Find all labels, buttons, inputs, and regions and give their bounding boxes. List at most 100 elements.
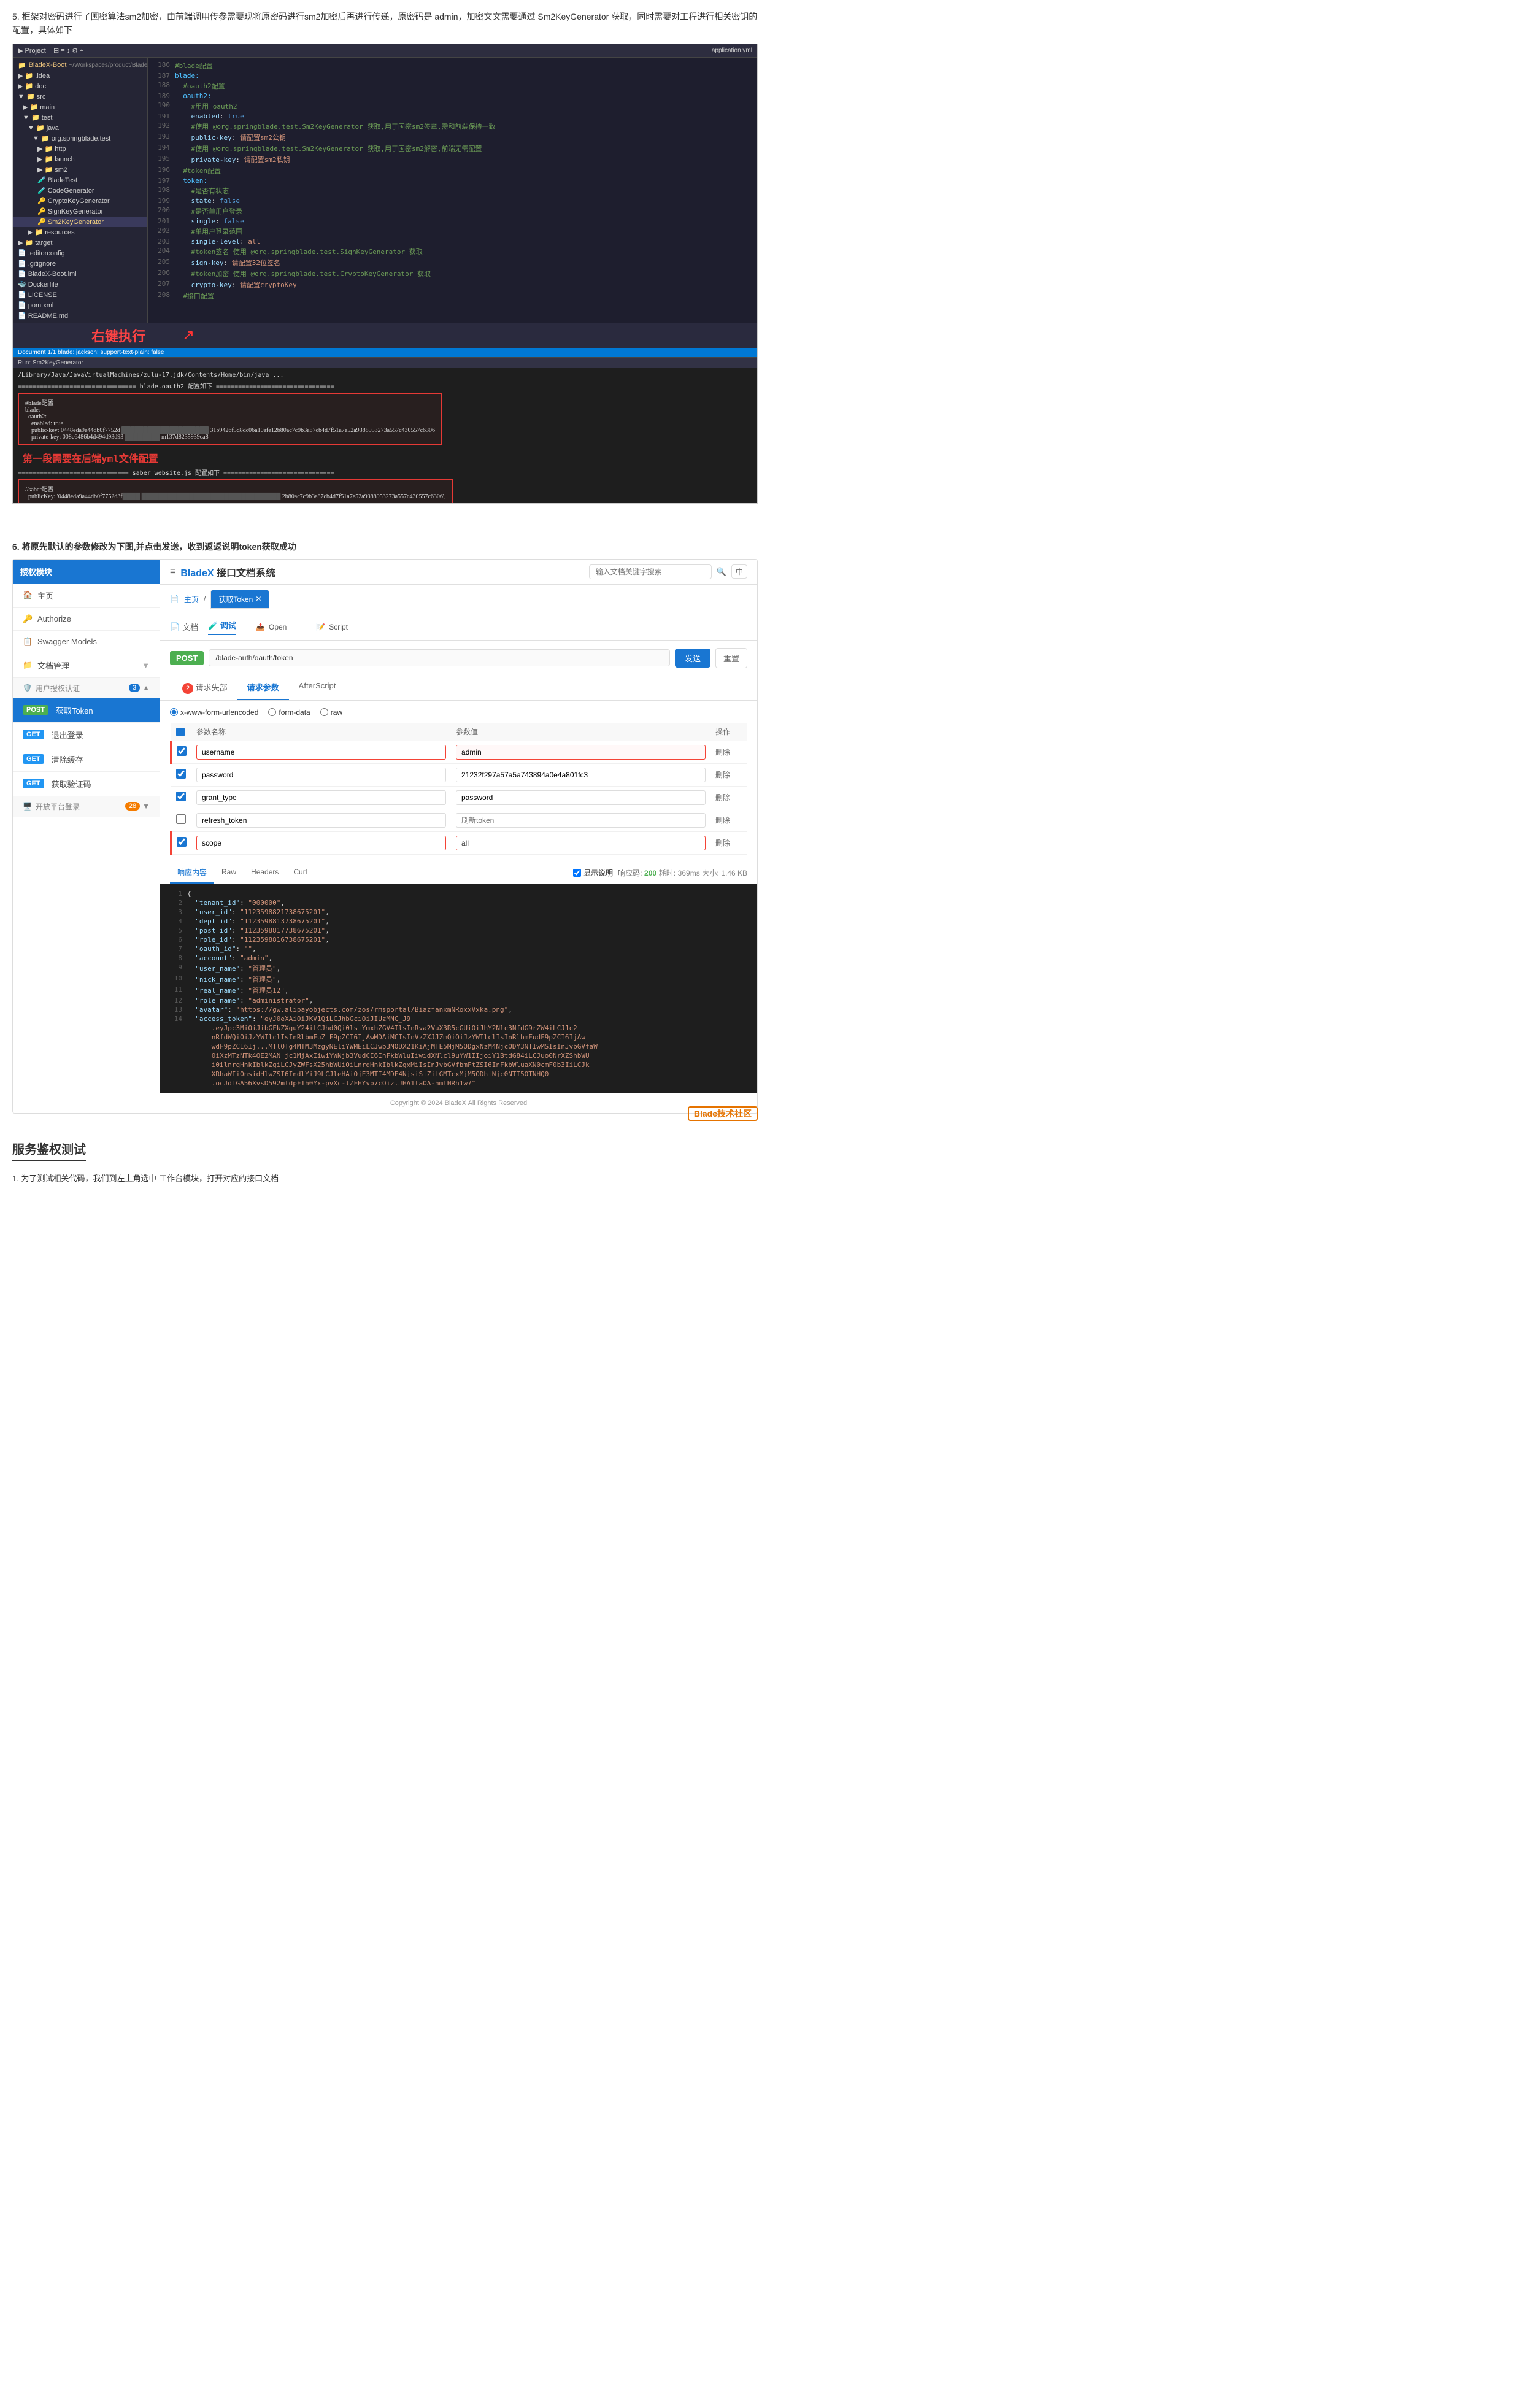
delete-refreshtoken-btn[interactable]: 删除 xyxy=(715,816,730,825)
tab-request-body[interactable]: 2 请求失部 xyxy=(170,676,237,700)
delete-granttype-btn[interactable]: 删除 xyxy=(715,793,730,802)
response-tab-curl[interactable]: Curl xyxy=(286,863,314,882)
openplatform-label: 开放平台登录 xyxy=(36,801,80,812)
col-param-value: 参数值 xyxy=(451,723,710,741)
run-bar: Run: Sm2KeyGenerator xyxy=(13,357,757,368)
nav-clear-cache[interactable]: GET 清除缓存 xyxy=(13,747,160,772)
breadcrumb-sep: / xyxy=(204,595,206,603)
ide-tree-sidebar: 📁 BladeX-Boot ~/Workspaces/product/Blade… xyxy=(13,58,148,323)
radio-formdata-input[interactable] xyxy=(268,708,276,716)
checkbox-username[interactable] xyxy=(177,746,187,756)
show-desc-checkbox[interactable] xyxy=(573,869,581,877)
api-sidebar: 授权模块 🏠 主页 🔑 Authorize 📋 Swagger Models 📁… xyxy=(13,560,160,1113)
send-button[interactable]: 发送 xyxy=(675,649,710,668)
tree-test: ▼ 📁 test xyxy=(13,112,147,123)
terminal-area: /Library/Java/JavaVirtualMachines/zulu-1… xyxy=(13,368,757,503)
col-action: 操作 xyxy=(710,723,747,741)
checkbox-refreshtoken[interactable] xyxy=(176,814,186,824)
api-footer: Copyright © 2024 BladeX All Rights Reser… xyxy=(160,1093,757,1113)
breadcrumb-home[interactable]: 主页 xyxy=(184,594,199,604)
tree-signkey: 🔑 SignKeyGenerator xyxy=(13,206,147,217)
nav-swagger-label: Swagger Models xyxy=(37,637,97,646)
search-input[interactable] xyxy=(589,564,712,579)
json-line-5: 5 "post_id": "1123598817738675201", xyxy=(165,926,752,935)
json-line-10: 10 "nick_name": "管理员", xyxy=(165,974,752,985)
search-icon[interactable]: 🔍 xyxy=(717,567,726,577)
tree-codegen: 🧪 CodeGenerator xyxy=(13,185,147,196)
blade-watermark: Blade技术社区 xyxy=(688,1106,758,1121)
params-header-row: 参数名称 参数值 操作 xyxy=(171,723,748,741)
input-refreshtoken-name[interactable] xyxy=(196,813,446,828)
nav-get-token[interactable]: POST 获取Token xyxy=(13,698,160,723)
nav-logout[interactable]: GET 退出登录 xyxy=(13,723,160,747)
tab-request-params[interactable]: 请求参数 xyxy=(237,676,289,700)
code-line-208: 208 #接口配置 xyxy=(148,290,757,301)
right-click-label: 右键执行 xyxy=(91,326,145,345)
code-line-195: 195 private-key: 请配置sm2私钥 xyxy=(148,154,757,165)
request-url-input[interactable] xyxy=(209,649,670,666)
nav-swagger[interactable]: 📋 Swagger Models xyxy=(13,631,160,653)
radio-urlencoded[interactable]: x-www-form-urlencoded xyxy=(170,708,258,717)
code-line-202: 202 #单用户登录范围 xyxy=(148,226,757,237)
input-granttype-name[interactable] xyxy=(196,790,446,805)
doc-icon: 📄 xyxy=(170,622,180,632)
nav-authorize[interactable]: 🔑 Authorize xyxy=(13,608,160,631)
delete-scope-btn[interactable]: 删除 xyxy=(715,839,730,847)
reset-button[interactable]: 重置 xyxy=(715,648,747,668)
response-tab-content[interactable]: 响应内容 xyxy=(170,862,214,884)
tab-try[interactable]: 🧪 调试 xyxy=(208,619,236,635)
input-password-value[interactable] xyxy=(456,768,706,782)
json-line-at2: nRfdWQiOiJzYWIlclIsInRlbmFuZ F9pZCI6IjAw… xyxy=(165,1033,752,1042)
tree-sm2key[interactable]: 🔑 Sm2KeyGenerator xyxy=(13,217,147,227)
section5: 5. 框架对密码进行了国密算法sm2加密，由前端调用传参需要现将原密码进行sm2… xyxy=(0,0,770,521)
input-granttype-value[interactable] xyxy=(456,790,706,805)
name-refreshtoken xyxy=(191,809,451,831)
radio-urlencoded-input[interactable] xyxy=(170,708,178,716)
delete-password-btn[interactable]: 删除 xyxy=(715,771,730,779)
status-code: 200 xyxy=(644,869,656,877)
checkbox-password[interactable] xyxy=(176,769,186,779)
nav-captcha[interactable]: GET 获取验证码 xyxy=(13,772,160,796)
tree-idea: ▶ 📁 .idea xyxy=(13,71,147,81)
tab-after-script[interactable]: AfterScript xyxy=(289,676,346,700)
nav-docmgr[interactable]: 📁 文档管理 ▼ xyxy=(13,653,160,678)
input-scope-value[interactable] xyxy=(456,836,706,850)
get-tag-cache: GET xyxy=(23,754,44,764)
input-password-name[interactable] xyxy=(196,768,446,782)
input-scope-name[interactable] xyxy=(196,836,446,850)
response-tab-raw[interactable]: Raw xyxy=(214,863,244,882)
name-scope xyxy=(191,831,451,854)
lang-switch[interactable]: 中 xyxy=(731,564,747,579)
input-username-value[interactable] xyxy=(456,745,706,760)
input-refreshtoken-value[interactable] xyxy=(456,813,706,828)
api-ui-wrapper: 授权模块 🏠 主页 🔑 Authorize 📋 Swagger Models 📁… xyxy=(12,559,758,1114)
api-breadcrumb: 📄 主页 / 获取Token ✕ xyxy=(160,585,757,614)
check-scope xyxy=(171,831,192,854)
radio-raw[interactable]: raw xyxy=(320,708,342,717)
script-icon: 📝 xyxy=(316,623,325,631)
nav-home[interactable]: 🏠 主页 xyxy=(13,584,160,608)
docmgr-expand: ▼ xyxy=(142,661,150,670)
tab-close-icon[interactable]: ✕ xyxy=(255,595,261,603)
ide-code-editor: 186 #blade配置 187 blade: 188 #oauth2配置 18… xyxy=(148,58,757,323)
response-tab-headers[interactable]: Headers xyxy=(244,863,286,882)
code-line-197: 197 token: xyxy=(148,176,757,185)
show-desc-toggle[interactable]: 显示说明 xyxy=(573,868,613,878)
delete-username-btn[interactable]: 删除 xyxy=(715,748,730,757)
nav-script[interactable]: 📝 Script xyxy=(306,619,358,635)
checkbox-scope[interactable] xyxy=(177,837,187,847)
json-line-at3: wdF9pZCI6Ij...MTlOTg4MTM3MzgyNEliYWMEiLC… xyxy=(165,1042,752,1051)
checkbox-granttype[interactable] xyxy=(176,792,186,801)
breadcrumb-tab-token[interactable]: 获取Token ✕ xyxy=(210,590,269,609)
radio-raw-input[interactable] xyxy=(320,708,328,716)
delete-refreshtoken: 删除 xyxy=(710,809,747,831)
tab-doc[interactable]: 📄 文档 xyxy=(170,619,198,635)
ide-top-bar: ▶ Project ⊞ ≡ ↕ ⚙ ÷ application.yml xyxy=(13,44,757,58)
section7-title: 服务鉴权测试 xyxy=(12,1143,86,1157)
json-line-at4: 0iXzMTzNTk4OE2MAN jc1MjAxIiwiYWNjb3VudCI… xyxy=(165,1051,752,1060)
ide-body: 📁 BladeX-Boot ~/Workspaces/product/Blade… xyxy=(13,58,757,323)
check-username xyxy=(171,741,192,763)
radio-formdata[interactable]: form-data xyxy=(268,708,310,717)
input-username-name[interactable] xyxy=(196,745,446,760)
nav-open[interactable]: 📤 Open xyxy=(246,619,296,635)
